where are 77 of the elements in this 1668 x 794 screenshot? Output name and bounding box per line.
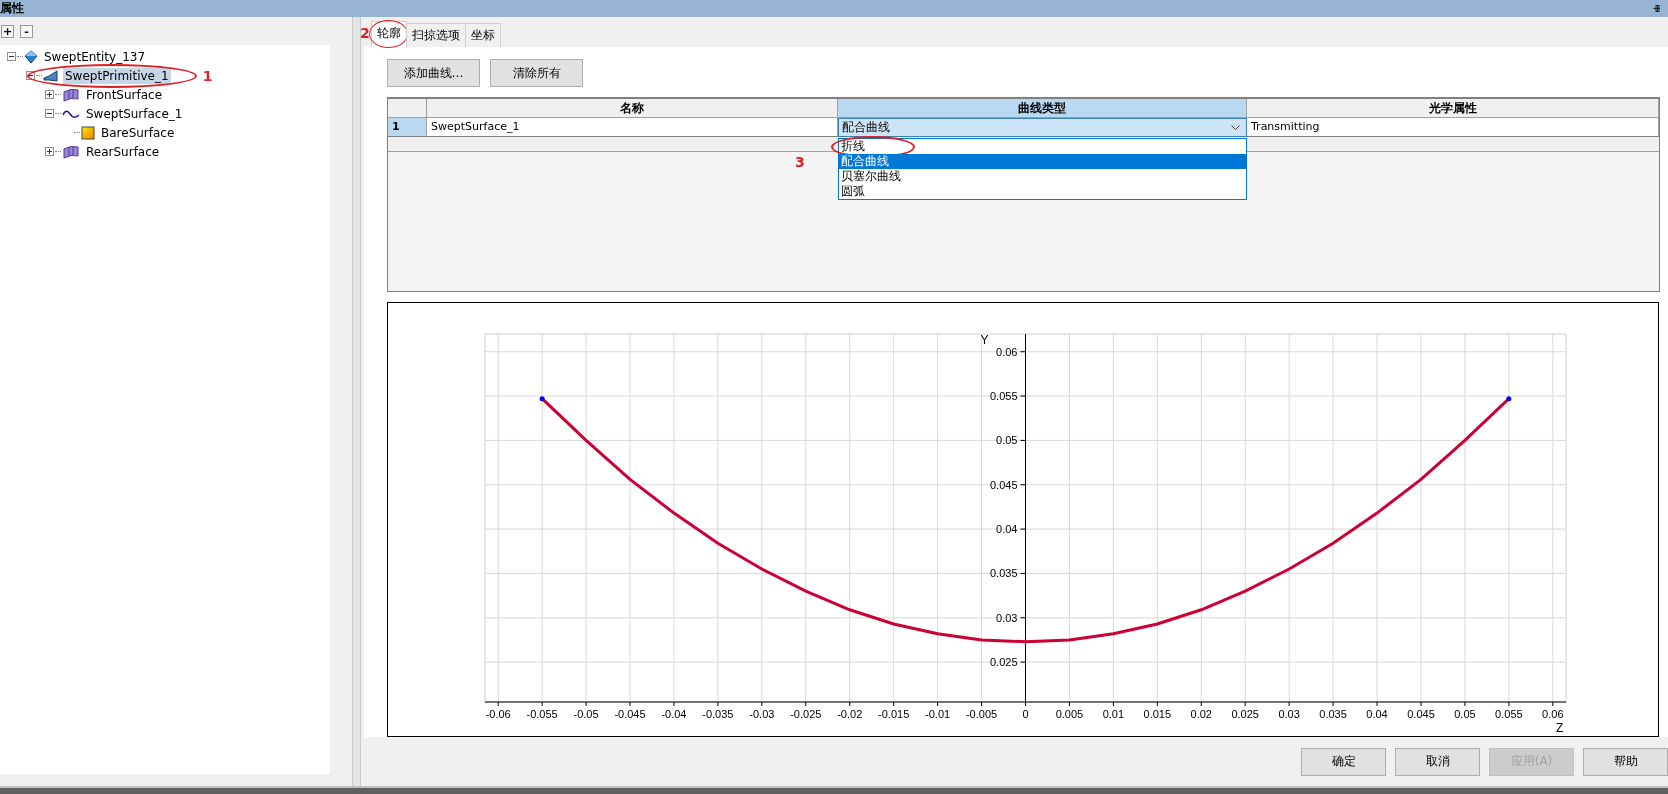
y-tick-label: 0.055 bbox=[989, 390, 1018, 403]
tree-item[interactable]: SweptSurface_1 bbox=[84, 105, 185, 122]
tree-item[interactable]: SweptEntity_137 bbox=[42, 48, 148, 65]
y-tick-label: 0.05 bbox=[996, 434, 1018, 447]
pin-icon[interactable] bbox=[1653, 4, 1662, 13]
y-axis-label: Y bbox=[980, 333, 989, 347]
tree-item[interactable]: RearSurface bbox=[84, 143, 162, 160]
x-tick-label: 0.06 bbox=[1542, 708, 1564, 720]
dropdown-option[interactable]: 配合曲线 bbox=[839, 154, 1246, 169]
collapse-icon[interactable] bbox=[7, 52, 16, 61]
tab[interactable]: 轮廓 bbox=[371, 21, 407, 47]
x-tick-label: 0.04 bbox=[1366, 708, 1388, 720]
y-tick-label: 0.06 bbox=[996, 345, 1018, 358]
chevron-down-icon bbox=[1231, 124, 1240, 131]
x-tick-label: -0.025 bbox=[790, 708, 822, 720]
x-tick-label: 0 bbox=[1022, 708, 1029, 720]
expand-icon[interactable] bbox=[45, 90, 54, 99]
tree-item[interactable]: FrontSurface bbox=[84, 86, 165, 103]
x-tick-label: -0.04 bbox=[661, 708, 687, 720]
x-tick-label: 0.015 bbox=[1143, 708, 1172, 720]
x-tick-label: 0.03 bbox=[1278, 708, 1300, 720]
x-tick-label: -0.015 bbox=[878, 708, 910, 720]
annotation-number: 3 bbox=[795, 154, 805, 170]
annotation-number: 2 bbox=[360, 25, 370, 41]
diamond-icon bbox=[24, 49, 38, 64]
x-tick-label: 0.035 bbox=[1319, 708, 1347, 720]
x-tick-label: -0.03 bbox=[749, 708, 775, 720]
table-cell: SweptSurface_1 bbox=[427, 118, 838, 137]
column-header[interactable]: 曲线类型 bbox=[838, 99, 1247, 118]
x-tick-label: -0.045 bbox=[614, 708, 646, 720]
end-point bbox=[539, 396, 545, 402]
tree-toolbar-button[interactable]: + bbox=[1, 24, 14, 38]
column-header[interactable]: 名称 bbox=[427, 99, 838, 118]
x-tick-label: 0.045 bbox=[1407, 708, 1435, 720]
surface-icon bbox=[62, 87, 80, 102]
x-tick-label: -0.06 bbox=[485, 708, 511, 720]
x-tick-label: -0.035 bbox=[702, 708, 734, 720]
x-tick-label: -0.005 bbox=[965, 708, 998, 720]
x-tick-label: 0.02 bbox=[1190, 708, 1212, 720]
dialog-button[interactable]: 帮助 bbox=[1583, 747, 1668, 776]
x-tick-label: 0.005 bbox=[1055, 708, 1084, 720]
x-tick-label: 0.055 bbox=[1495, 708, 1523, 720]
x-tick-label: -0.01 bbox=[925, 708, 951, 720]
table-cell: Transmitting bbox=[1247, 118, 1659, 137]
surface-icon bbox=[62, 144, 80, 159]
y-tick-label: 0.025 bbox=[989, 656, 1018, 669]
action-button[interactable]: 添加曲线… bbox=[387, 59, 480, 87]
x-tick-label: 0.05 bbox=[1454, 708, 1476, 720]
dropdown-option[interactable]: 圆弧 bbox=[839, 184, 1246, 199]
y-tick-label: 0.03 bbox=[996, 611, 1018, 624]
square-icon bbox=[81, 125, 95, 140]
y-tick-label: 0.04 bbox=[996, 523, 1018, 536]
expand-icon[interactable] bbox=[45, 147, 54, 156]
column-header[interactable]: 光学属性 bbox=[1247, 99, 1659, 118]
row-header[interactable]: 1 bbox=[388, 118, 427, 137]
x-tick-label: 0.025 bbox=[1231, 708, 1259, 720]
tree-item[interactable]: SweptPrimitive_1 bbox=[63, 67, 171, 84]
y-tick-label: 0.035 bbox=[989, 567, 1018, 580]
x-tick-label: 0.01 bbox=[1102, 708, 1125, 720]
collapse-icon[interactable] bbox=[26, 71, 35, 80]
action-button[interactable]: 清除所有 bbox=[490, 59, 583, 87]
y-tick-label: 0.045 bbox=[989, 478, 1018, 491]
annotation-number: 1 bbox=[202, 67, 213, 84]
horn-icon bbox=[43, 68, 59, 83]
tree-toolbar-button[interactable]: - bbox=[20, 24, 33, 38]
tab[interactable]: 坐标 bbox=[465, 23, 501, 47]
window-title: 属性 bbox=[0, 0, 24, 17]
x-axis-label: Z bbox=[1556, 721, 1564, 735]
collapse-icon[interactable] bbox=[45, 109, 54, 118]
tree-item[interactable]: BareSurface bbox=[99, 124, 177, 141]
end-point bbox=[1506, 396, 1512, 402]
x-tick-label: -0.05 bbox=[573, 708, 599, 720]
x-tick-label: -0.02 bbox=[837, 708, 863, 720]
dropdown-option[interactable]: 贝塞尔曲线 bbox=[839, 169, 1246, 184]
dialog-button[interactable]: 取消 bbox=[1395, 747, 1480, 776]
dialog-button[interactable]: 确定 bbox=[1301, 747, 1386, 776]
x-tick-label: -0.055 bbox=[526, 708, 558, 720]
